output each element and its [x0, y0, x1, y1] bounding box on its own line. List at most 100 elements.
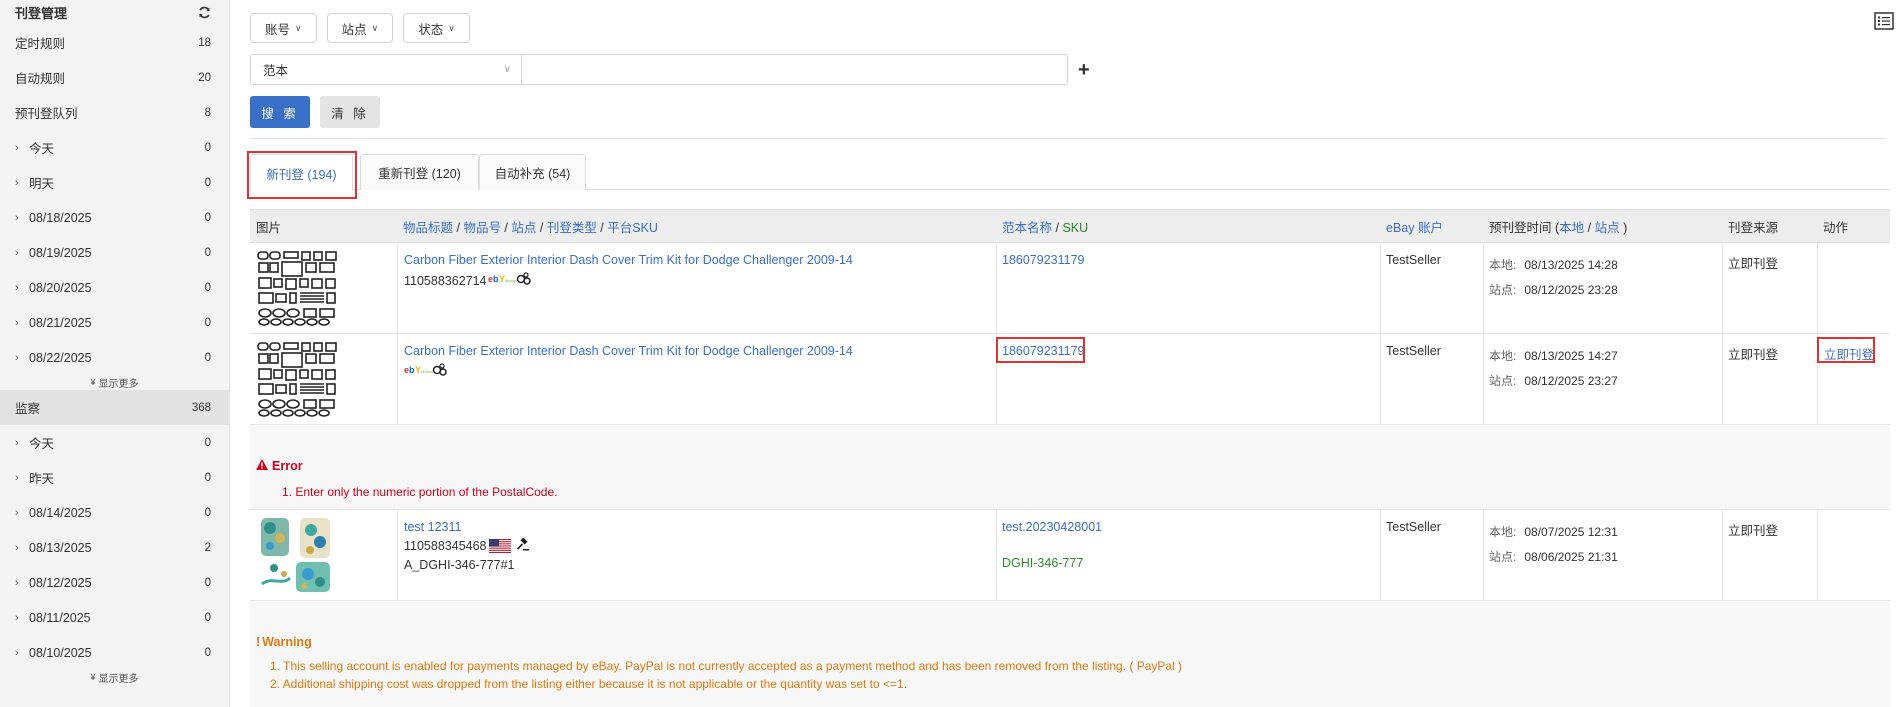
sidebar-item-pre-listing-queue[interactable]: 预刊登队列 8 — [0, 95, 229, 130]
error-line: 1. Enter only the numeric portion of the… — [282, 485, 558, 499]
sidebar-item-date[interactable]: › 08/13/2025 2 — [0, 530, 229, 565]
search-field-select[interactable]: 范本 ∨ — [250, 54, 522, 85]
sidebar-item-tomorrow[interactable]: › 明天 0 — [0, 165, 229, 200]
tab-new-listing[interactable]: 新刊登 (194) — [250, 154, 353, 191]
template-link[interactable]: 186079231179 — [1002, 253, 1085, 267]
header-local-time[interactable]: 本地 — [1559, 221, 1584, 235]
sidebar-item-today[interactable]: › 今天 0 — [0, 130, 229, 165]
sidebar-item-date[interactable]: › 08/19/2025 0 — [0, 235, 229, 270]
refresh-icon[interactable] — [197, 5, 211, 19]
header-item-id[interactable]: 物品号 — [463, 221, 501, 235]
site-time-value: 08/12/2025 23:27 — [1524, 374, 1618, 388]
sidebar-item-label: 08/22/2025 — [29, 350, 92, 365]
sidebar-item-label: 明天 — [29, 177, 55, 191]
account-filter-dropdown[interactable]: 账号 ∨ — [250, 13, 317, 43]
search-actions: 搜 索 清 除 — [250, 96, 380, 128]
chevron-right-icon: › — [15, 436, 19, 449]
site-filter-label: 站点 — [341, 22, 367, 37]
header-sku[interactable]: SKU — [1062, 221, 1088, 235]
sidebar-item-count: 368 — [191, 401, 211, 414]
show-more-link[interactable]: ¥ 显示更多 — [0, 375, 229, 390]
sidebar-item-label: 08/21/2025 — [29, 315, 92, 330]
add-condition-icon[interactable]: + — [1078, 60, 1090, 80]
item-title-link[interactable]: Carbon Fiber Exterior Interior Dash Cove… — [404, 344, 984, 358]
item-id: 110588362714 — [404, 273, 487, 288]
svg-text:Motors: Motors — [421, 369, 433, 374]
sidebar-header: 刊登管理 — [0, 0, 229, 24]
sidebar-item-count: 20 — [198, 71, 211, 84]
local-time-label: 本地: — [1489, 349, 1517, 363]
item-title-link[interactable]: test 12311 — [404, 520, 984, 534]
error-title-text: Error — [272, 459, 303, 473]
sidebar-item-date[interactable]: › 08/11/2025 0 — [0, 600, 229, 635]
listing-table: 图片 物品标题 / 物品号 / 站点 / 刊登类型 / 平台SKU 范本名称 /… — [250, 209, 1890, 707]
exclamation-icon: ! — [256, 635, 261, 649]
search-input[interactable] — [522, 54, 1068, 85]
header-item-title[interactable]: 物品标题 — [403, 221, 453, 235]
header-ebay-account[interactable]: eBay 账户 — [1386, 217, 1443, 236]
template-link[interactable]: test.20230428001 — [1002, 520, 1102, 534]
sidebar-item-today[interactable]: › 今天 0 — [0, 425, 229, 460]
show-more-link[interactable]: ¥ 显示更多 — [0, 670, 229, 685]
sidebar-item-label: 定时规则 — [15, 37, 66, 51]
sidebar-item-count: 0 — [204, 611, 211, 624]
listing-source: 立即刊登 — [1728, 348, 1779, 362]
header-platform-sku[interactable]: 平台SKU — [607, 221, 658, 235]
template-sku: DGHI-346-777 — [1002, 556, 1084, 570]
header-site-time[interactable]: 站点 — [1595, 221, 1620, 235]
site-filter-dropdown[interactable]: 站点 ∨ — [326, 13, 394, 43]
header-template-group: 范本名称 / SKU — [1002, 220, 1089, 235]
header-site[interactable]: 站点 — [511, 221, 536, 235]
header-listing-source: 刊登来源 — [1728, 220, 1779, 235]
header-listing-type[interactable]: 刊登类型 — [547, 221, 597, 235]
listing-source: 立即刊登 — [1728, 524, 1779, 538]
sidebar-item-count: 0 — [204, 576, 211, 589]
product-image[interactable] — [256, 516, 338, 594]
sidebar-item-count: 0 — [204, 176, 211, 189]
template-link[interactable]: 186079231179 — [1002, 344, 1085, 358]
tab-relisting[interactable]: 重新刊登 (120) — [360, 154, 479, 190]
sidebar-item-date[interactable]: › 08/20/2025 0 — [0, 270, 229, 305]
us-flag-icon — [488, 539, 511, 553]
sidebar-item-label: 08/14/2025 — [29, 505, 92, 520]
product-image[interactable] — [256, 340, 338, 418]
table-header: 图片 物品标题 / 物品号 / 站点 / 刊登类型 / 平台SKU 范本名称 /… — [250, 209, 1890, 243]
pre-listing-time: 本地: 08/13/2025 14:28 站点: 08/12/2025 23:28 — [1489, 253, 1618, 298]
local-time-value: 08/13/2025 14:28 — [1524, 258, 1618, 272]
sidebar-listing-group: 定时规则 18 自动规则 20 预刊登队列 8 › 今天 0 › 明天 0 › 08/18/20… — [0, 25, 229, 390]
sidebar-item-monitor[interactable]: 监察 368 — [0, 390, 229, 425]
sidebar-item-date[interactable]: › 08/21/2025 0 — [0, 305, 229, 340]
show-more-label: 显示更多 — [98, 673, 139, 685]
status-filter-dropdown[interactable]: 状态 ∨ — [403, 13, 470, 43]
sidebar-item-scheduled-rules[interactable]: 定时规则 18 — [0, 25, 229, 60]
sidebar-item-label: 08/12/2025 — [29, 575, 92, 590]
list-now-link[interactable]: 立即刊登 — [1824, 344, 1874, 363]
clear-button[interactable]: 清 除 — [320, 96, 380, 128]
sidebar-item-date[interactable]: › 08/10/2025 0 — [0, 635, 229, 670]
chevron-right-icon: › — [15, 611, 19, 624]
pre-listing-time: 本地: 08/13/2025 14:27 站点: 08/12/2025 23:27 — [1489, 344, 1618, 389]
sidebar-item-auto-rules[interactable]: 自动规则 20 — [0, 60, 229, 95]
sidebar-item-label: 08/18/2025 — [29, 210, 92, 225]
list-view-icon[interactable] — [1874, 12, 1894, 30]
double-chevron-down-icon: ¥ — [90, 672, 96, 682]
sidebar-item-date[interactable]: › 08/18/2025 0 — [0, 200, 229, 235]
ebay-account: TestSeller — [1386, 344, 1441, 358]
search-button[interactable]: 搜 索 — [250, 96, 310, 128]
sidebar-item-count: 18 — [198, 36, 211, 49]
chevron-right-icon: › — [15, 176, 19, 189]
sidebar-item-yesterday[interactable]: › 昨天 0 — [0, 460, 229, 495]
platform-sku: A_DGHI-346-777#1 — [404, 558, 515, 572]
local-time-label: 本地: — [1489, 258, 1517, 272]
sidebar-item-date[interactable]: › 08/14/2025 0 — [0, 495, 229, 530]
header-pre-time-label: 预刊登时间 — [1489, 220, 1552, 235]
sidebar-item-date[interactable]: › 08/22/2025 0 — [0, 340, 229, 375]
header-template-name[interactable]: 范本名称 — [1002, 221, 1052, 235]
product-image[interactable] — [256, 249, 338, 327]
sidebar-item-date[interactable]: › 08/12/2025 0 — [0, 565, 229, 600]
item-title-link[interactable]: Carbon Fiber Exterior Interior Dash Cove… — [404, 253, 984, 267]
status-filter-label: 状态 — [418, 22, 444, 37]
sidebar-item-count: 0 — [204, 471, 211, 484]
tab-auto-replenish[interactable]: 自动补充 (54) — [479, 154, 586, 190]
sidebar-item-count: 0 — [204, 281, 211, 294]
